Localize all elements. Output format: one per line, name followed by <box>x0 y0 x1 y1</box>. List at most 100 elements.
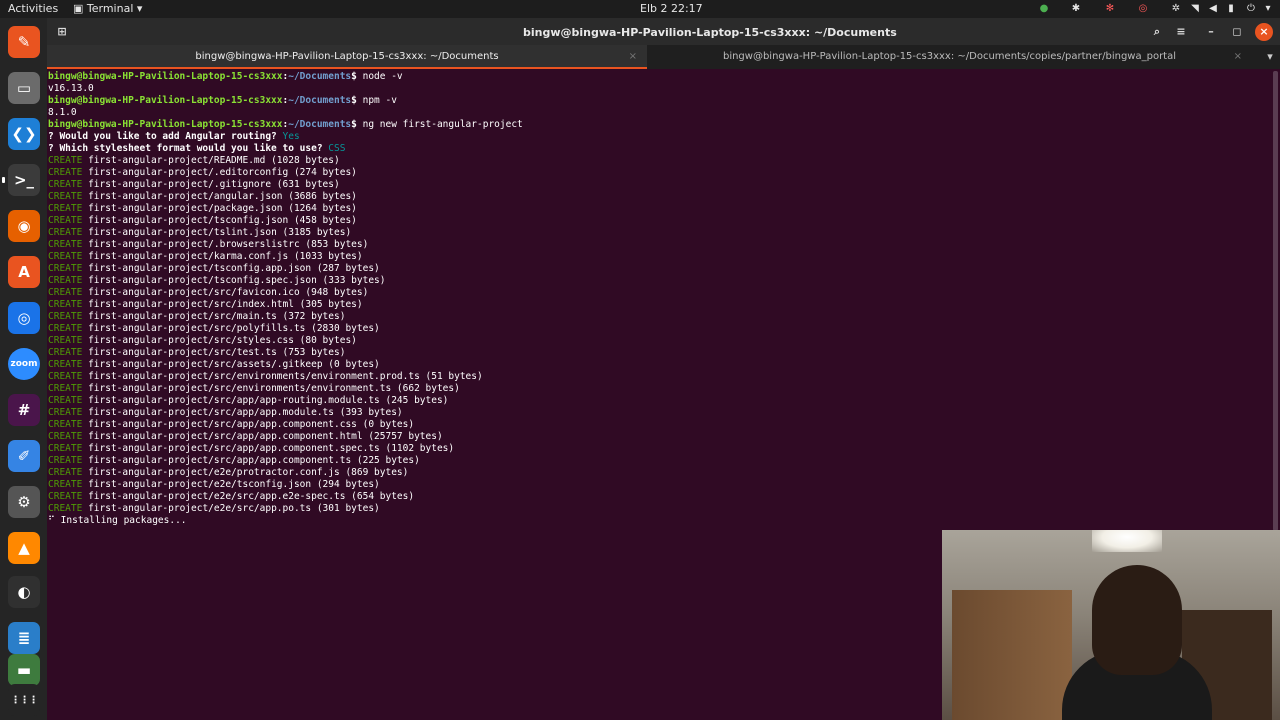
zoom-icon[interactable]: zoom <box>8 348 40 380</box>
create-line: CREATE first-angular-project/tsconfig.sp… <box>48 275 385 287</box>
create-line: CREATE first-angular-project/tslint.json… <box>48 227 351 239</box>
create-label: CREATE <box>48 371 83 382</box>
created-file: first-angular-project/src/app/app.module… <box>88 407 403 418</box>
record-tray-icon[interactable]: ◎ <box>1137 3 1149 15</box>
command-output: v16.13.0 <box>48 83 94 94</box>
settings-icon[interactable]: ⚙ <box>8 486 40 518</box>
window-title-bar[interactable]: ⊞ bingw@bingwa-HP-Pavilion-Laptop-15-cs3… <box>47 18 1280 45</box>
obs-icon[interactable]: ◐ <box>8 576 40 608</box>
question-line: ? Which stylesheet format would you like… <box>48 143 345 155</box>
tab-documents[interactable]: bingw@bingwa-HP-Pavilion-Laptop-15-cs3xx… <box>47 45 647 69</box>
create-label: CREATE <box>48 167 83 178</box>
created-file: first-angular-project/src/environments/e… <box>88 371 483 382</box>
tab-bar: bingw@bingwa-HP-Pavilion-Laptop-15-cs3xx… <box>47 45 1280 69</box>
close-icon[interactable]: × <box>1255 23 1273 41</box>
create-line: CREATE first-angular-project/.editorconf… <box>48 167 357 179</box>
firefox-icon[interactable]: ◉ <box>8 210 40 242</box>
files-icon[interactable]: ▭ <box>8 72 40 104</box>
created-file: first-angular-project/src/index.html (30… <box>88 299 363 310</box>
create-line: CREATE first-angular-project/src/app/app… <box>48 431 443 443</box>
chevron-down-icon[interactable]: ▾ <box>1262 3 1274 15</box>
pen-app-icon[interactable]: ✎ <box>8 26 40 58</box>
app-center-icon[interactable]: A <box>8 256 40 288</box>
create-line: CREATE first-angular-project/angular.jso… <box>48 191 357 203</box>
created-file: first-angular-project/angular.json (3686… <box>88 191 357 202</box>
terminal-small-icon: ▣ <box>73 2 87 15</box>
create-label: CREATE <box>48 359 83 370</box>
create-label: CREATE <box>48 455 83 466</box>
command-text: npm -v <box>362 95 397 106</box>
create-label: CREATE <box>48 191 83 202</box>
created-file: first-angular-project/karma.conf.js (103… <box>88 251 363 262</box>
search-icon[interactable]: ⌕ <box>1148 23 1166 41</box>
clock[interactable]: Elb 2 22:17 <box>640 2 703 15</box>
app-menu-button[interactable]: ▣ Terminal ▾ <box>73 2 142 15</box>
created-file: first-angular-project/src/favicon.ico (9… <box>88 287 369 298</box>
create-label: CREATE <box>48 215 83 226</box>
bluetooth-icon[interactable]: ✲ <box>1170 3 1182 15</box>
tab-close-icon[interactable]: × <box>1234 45 1242 69</box>
vscode-icon[interactable]: ❮❯ <box>8 118 40 150</box>
slack-icon[interactable]: # <box>8 394 40 426</box>
create-line: CREATE first-angular-project/src/environ… <box>48 371 483 383</box>
hamburger-menu-icon[interactable]: ≡ <box>1172 23 1190 41</box>
scrollbar[interactable] <box>1273 71 1278 531</box>
dock: ✎ ▭ ❮❯ >_ ◉ A ◎ zoom # ✐ ⚙ ▲ ◐ ≣ ▬ ⋮⋮⋮ <box>0 18 47 720</box>
create-label: CREATE <box>48 179 83 190</box>
created-file: first-angular-project/src/test.ts (753 b… <box>88 347 346 358</box>
command-line: bingw@bingwa-HP-Pavilion-Laptop-15-cs3xx… <box>48 71 403 83</box>
prompt-dollar: $ <box>351 71 363 82</box>
extension-icon[interactable]: ✱ <box>1070 3 1082 15</box>
create-line: CREATE first-angular-project/src/app/app… <box>48 443 454 455</box>
writer-icon[interactable]: ≣ <box>8 622 40 654</box>
prompt-answer: CSS <box>328 143 346 154</box>
prompt-user: bingw@bingwa-HP-Pavilion-Laptop-15-cs3xx… <box>48 119 283 130</box>
create-label: CREATE <box>48 203 83 214</box>
prompt-question: ? Which stylesheet format would you like… <box>48 143 323 154</box>
created-file: first-angular-project/README.md (1028 by… <box>88 155 340 166</box>
wifi-icon[interactable]: ◥ <box>1189 3 1201 15</box>
prompt-answer: Yes <box>282 131 300 142</box>
minimize-icon[interactable]: – <box>1202 23 1220 41</box>
create-line: CREATE first-angular-project/src/app/app… <box>48 395 448 407</box>
status-dot-icon[interactable]: ● <box>1038 3 1050 15</box>
tab-list-chevron-icon[interactable]: ▾ <box>1261 48 1279 66</box>
prompt-path: ~/Documents <box>288 95 352 106</box>
slack-tray-icon[interactable]: ✻ <box>1104 3 1116 15</box>
terminal-icon[interactable]: >_ <box>2 164 40 196</box>
prompt-question: ? Would you like to add Angular routing? <box>48 131 277 142</box>
create-label: CREATE <box>48 395 83 406</box>
create-line: CREATE first-angular-project/README.md (… <box>48 155 340 167</box>
create-label: CREATE <box>48 419 83 430</box>
create-line: CREATE first-angular-project/src/app/app… <box>48 455 420 467</box>
window-title: bingw@bingwa-HP-Pavilion-Laptop-15-cs3xx… <box>523 26 897 39</box>
chrome-icon[interactable]: ◎ <box>8 302 40 334</box>
new-tab-icon[interactable]: ⊞ <box>53 23 71 41</box>
text-editor-icon[interactable]: ✐ <box>8 440 40 472</box>
created-file: first-angular-project/src/app/app.compon… <box>88 431 443 442</box>
create-line: CREATE first-angular-project/tsconfig.js… <box>48 215 357 227</box>
prompt-dollar: $ <box>351 95 363 106</box>
create-label: CREATE <box>48 299 83 310</box>
prompt-user: bingw@bingwa-HP-Pavilion-Laptop-15-cs3xx… <box>48 95 283 106</box>
disk-icon[interactable]: ▬ <box>8 654 40 686</box>
create-line: CREATE first-angular-project/src/app/app… <box>48 419 414 431</box>
created-file: first-angular-project/tsconfig.json (458… <box>88 215 357 226</box>
create-line: CREATE first-angular-project/e2e/src/app… <box>48 503 380 515</box>
show-apps-icon[interactable]: ⋮⋮⋮ <box>8 684 40 716</box>
prompt-path: ~/Documents <box>288 119 352 130</box>
output-line: 8.1.0 <box>48 107 77 119</box>
battery-icon[interactable]: ▮ <box>1225 3 1237 15</box>
vlc-icon[interactable]: ▲ <box>8 532 40 564</box>
create-line: CREATE first-angular-project/src/test.ts… <box>48 347 345 359</box>
tab-bingwa-portal[interactable]: bingw@bingwa-HP-Pavilion-Laptop-15-cs3xx… <box>647 45 1252 69</box>
created-file: first-angular-project/.editorconfig (274… <box>88 167 357 178</box>
maximize-icon[interactable]: ◻ <box>1228 23 1246 41</box>
create-line: CREATE first-angular-project/.gitignore … <box>48 179 340 191</box>
tab-close-icon[interactable]: × <box>629 45 637 69</box>
power-icon[interactable]: ⏻ <box>1245 3 1257 15</box>
create-label: CREATE <box>48 443 83 454</box>
volume-icon[interactable]: ◀ <box>1207 3 1219 15</box>
activities-button[interactable]: Activities <box>8 2 58 15</box>
create-label: CREATE <box>48 323 83 334</box>
